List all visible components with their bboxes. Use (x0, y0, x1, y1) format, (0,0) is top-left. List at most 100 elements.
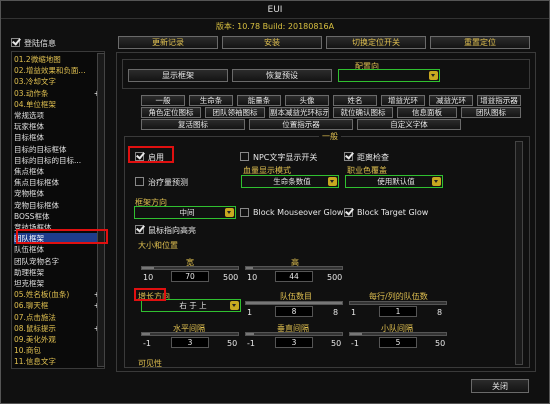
vspace-slider[interactable] (245, 332, 343, 336)
sidebar-item[interactable]: 目标框体 (14, 132, 104, 143)
sidebar-item-label: 10.商包 (14, 346, 41, 356)
tab-tabs_row3-2[interactable]: 自定义字体 (357, 119, 461, 130)
npc-text-checkbox[interactable] (240, 152, 249, 161)
sidebar-item-label: 07.点击施法 (14, 312, 56, 322)
tab-tabs_row1-0[interactable]: 一般 (141, 95, 185, 106)
sidebar-item[interactable]: 06.聊天框+ (14, 300, 104, 311)
sidebar-highlight-box (16, 229, 108, 244)
sidebar-item[interactable]: 目标的目标框体 (14, 144, 104, 155)
sidebar-item[interactable]: 04.单位框架- (14, 99, 104, 110)
small-space-slider[interactable] (349, 332, 447, 336)
restore-default-button[interactable]: 恢复预设 (232, 69, 332, 82)
sidebar-item[interactable]: 03.动作条+ (14, 88, 104, 99)
heal-predict-label: 治疗量预测 (148, 178, 188, 187)
sidebar-item[interactable]: 02.增益效果和负面... (14, 65, 104, 76)
tab-tabs_row1-3[interactable]: 头像 (285, 95, 329, 106)
hspace-slider[interactable] (141, 332, 239, 336)
sidebar-item-label: BOSS框体 (14, 211, 50, 221)
class-color-value: 使用默认值 (377, 177, 415, 186)
hspace-input[interactable]: 3 (171, 337, 209, 348)
tab-tabs_row2-2[interactable]: 副本减益光环标示 (269, 107, 329, 118)
sidebar-scrollbar[interactable] (97, 53, 105, 367)
tab-tabs_row2-1[interactable]: 团队领袖图标 (205, 107, 265, 118)
close-button[interactable]: 关闭 (471, 379, 529, 393)
mouse-highlight-label: 鼠标指向高亮 (148, 226, 196, 235)
sidebar-item-label: 03.冷却文字 (14, 77, 56, 87)
sidebar-item[interactable]: 09.美化外观 (14, 334, 104, 345)
sidebar-item-label: 目标框体 (14, 133, 44, 143)
sidebar-item[interactable]: 团队宠物名字 (14, 256, 104, 267)
height-slider[interactable] (245, 266, 343, 270)
reset-anchor-button[interactable]: 重置定位 (430, 36, 530, 49)
class-color-dropdown[interactable]: 使用默认值 (345, 175, 443, 188)
tab-tabs_row2-5[interactable]: 团队图标 (461, 107, 521, 118)
sidebar-item-label: 焦点框体 (14, 167, 44, 176)
toggle-anchor-button[interactable]: 切换定位开关 (326, 36, 426, 49)
frame-dir-dropdown[interactable]: 中间 (134, 206, 236, 219)
sidebar-item[interactable]: 03.冷却文字 (14, 76, 104, 87)
sidebar-item[interactable]: 常规选项 (14, 110, 104, 121)
sidebar-item[interactable]: 11.信息文字 (14, 356, 104, 367)
height-min: 10 (247, 273, 258, 282)
mouse-highlight-checkbox[interactable] (135, 225, 144, 234)
sidebar-item[interactable]: 助理框架 (14, 267, 104, 278)
hspace-max: 50 (227, 339, 238, 348)
per-row-slider[interactable] (349, 301, 447, 305)
width-slider-fill (142, 267, 154, 269)
height-slider-fill (246, 267, 253, 269)
sidebar-item-label: 09.美化外观 (14, 335, 56, 344)
small-space-input[interactable]: 5 (379, 337, 417, 348)
show-frame-button[interactable]: 显示框架 (128, 69, 228, 82)
tab-tabs_row1-2[interactable]: 能量条 (237, 95, 281, 106)
sidebar-item[interactable]: 玩家框体 (14, 121, 104, 132)
sidebar-item-label: 团队宠物名字 (14, 256, 59, 266)
range-check-checkbox[interactable] (344, 152, 353, 161)
tab-tabs_row2-4[interactable]: 信息面板 (397, 107, 457, 118)
tab-tabs_row1-5[interactable]: 增益光环 (381, 95, 425, 106)
general-scrollbar[interactable] (515, 141, 523, 365)
changelog-button[interactable]: 更新记录 (118, 36, 218, 49)
vspace-input[interactable]: 3 (275, 337, 313, 348)
tab-tabs_row2-0[interactable]: 角色定位图标 (141, 107, 201, 118)
sidebar-item[interactable]: 宠物框体 (14, 188, 104, 199)
config-dropdown[interactable] (338, 69, 440, 82)
small-space-min: -1 (351, 339, 359, 348)
sidebar-item[interactable]: 队伍框体 (14, 244, 104, 255)
sidebar-item[interactable]: 08.鼠标提示+ (14, 323, 104, 334)
sidebar-item-label: 08.鼠标提示 (14, 323, 56, 333)
sidebar-item[interactable]: 焦点框体 (14, 166, 104, 177)
sidebar-item[interactable]: 05.姓名板(血条)+ (14, 289, 104, 300)
tab-tabs_row1-6[interactable]: 减益光环 (429, 95, 473, 106)
health-mode-dropdown[interactable]: 生命条数值 (241, 175, 339, 188)
heal-predict-checkbox[interactable] (135, 177, 144, 186)
login-info-checkbox[interactable] (11, 38, 20, 47)
general-section-title: 一般 (319, 131, 341, 142)
width-input[interactable]: 70 (171, 271, 209, 282)
group-count-slider[interactable] (245, 301, 343, 305)
sidebar-item[interactable]: 坦克框架 (14, 278, 104, 289)
tab-tabs_row2-3[interactable]: 就位确认图标 (333, 107, 393, 118)
tab-tabs_row1-4[interactable]: 姓名 (333, 95, 377, 106)
sidebar-item-label: 06.聊天框 (14, 301, 49, 311)
sidebar-item[interactable]: 目标的目标的目标... (14, 155, 104, 166)
sidebar-item[interactable]: BOSS框体 (14, 211, 104, 222)
sidebar-item[interactable]: 10.商包 (14, 345, 104, 356)
height-input[interactable]: 44 (275, 271, 313, 282)
tab-tabs_row3-0[interactable]: 复活图标 (141, 119, 245, 130)
per-row-input[interactable]: 1 (379, 306, 417, 317)
sidebar-item[interactable]: 01.2微缩地图 (14, 54, 104, 65)
sidebar-item[interactable]: 宠物目标框体 (14, 200, 104, 211)
tab-tabs_row1-1[interactable]: 生命条 (189, 95, 233, 106)
block-target-checkbox[interactable] (344, 208, 353, 217)
tab-tabs_row3-1[interactable]: 位置指示器 (249, 119, 353, 130)
height-max: 500 (327, 273, 343, 282)
width-slider[interactable] (141, 266, 239, 270)
group-count-input[interactable]: 8 (275, 306, 313, 317)
install-button[interactable]: 安装 (222, 36, 322, 49)
block-mouseover-checkbox[interactable] (240, 208, 249, 217)
sidebar-item[interactable]: 07.点击施法 (14, 312, 104, 323)
sidebar-item-label: 玩家框体 (14, 122, 44, 132)
tab-tabs_row1-7[interactable]: 增益指示器 (477, 95, 521, 106)
window-title: EUI (1, 1, 549, 19)
sidebar-item[interactable]: 焦点目标框体 (14, 177, 104, 188)
